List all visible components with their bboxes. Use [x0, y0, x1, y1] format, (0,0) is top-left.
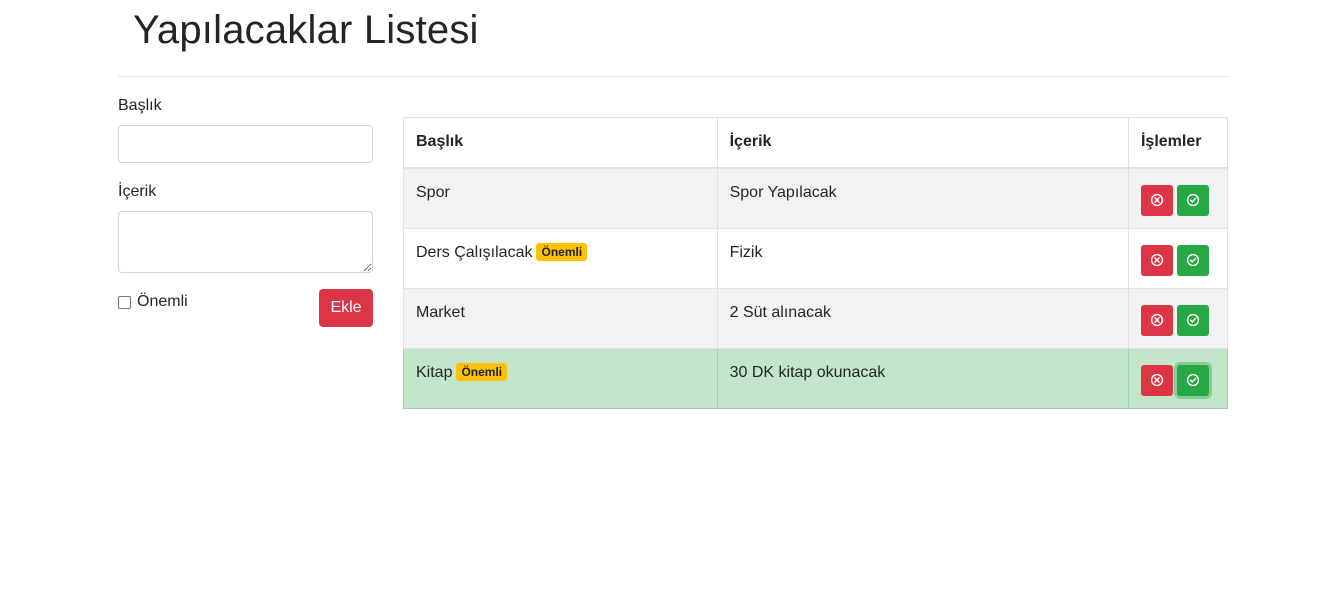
row-actions: [1127, 227, 1229, 289]
title-input[interactable]: [118, 125, 373, 163]
row-title-cell: Market: [403, 287, 718, 349]
row-content: Fizik: [716, 227, 1129, 289]
row-content: Spor Yapılacak: [716, 167, 1129, 229]
add-button[interactable]: Ekle: [319, 289, 373, 327]
delete-button[interactable]: [1140, 184, 1173, 216]
row-actions: [1127, 347, 1229, 409]
todo-form: Başlık İçerik Önemli Ekle: [118, 94, 373, 327]
row-title: Kitap: [416, 363, 453, 381]
complete-button[interactable]: [1176, 244, 1209, 276]
title-label: Başlık: [118, 97, 162, 114]
table-header-row: Başlık İçerik İşlemler: [403, 117, 1229, 169]
table-row-completed: Kitap Önemli 30 DK kitap okunacak: [403, 347, 1229, 409]
header-content: İçerik: [716, 117, 1129, 169]
row-content: 2 Süt alınacak: [716, 287, 1129, 349]
row-title: Spor: [416, 183, 450, 201]
row-title: Market: [416, 303, 465, 321]
row-title-cell: Kitap Önemli: [403, 347, 718, 409]
x-circle-icon: [1150, 373, 1164, 387]
row-actions: [1127, 167, 1229, 229]
important-label: Önemli: [137, 293, 188, 310]
delete-button[interactable]: [1140, 304, 1173, 336]
check-circle-icon: [1186, 373, 1200, 387]
page-title: Yapılacaklar Listesi: [133, 8, 479, 52]
x-circle-icon: [1150, 313, 1164, 327]
row-content: 30 DK kitap okunacak: [716, 347, 1129, 409]
table-row: Market 2 Süt alınacak: [403, 287, 1229, 349]
content-textarea[interactable]: [118, 211, 373, 273]
row-title-cell: Spor: [403, 167, 718, 229]
important-badge: Önemli: [536, 242, 588, 261]
check-circle-icon: [1186, 313, 1200, 327]
form-bottom: Önemli Ekle: [118, 289, 373, 327]
delete-button[interactable]: [1140, 364, 1173, 396]
row-title: Ders Çalışılacak: [416, 243, 533, 261]
table-row: Spor Spor Yapılacak: [403, 167, 1229, 229]
important-badge: Önemli: [456, 362, 508, 381]
x-circle-icon: [1150, 193, 1164, 207]
complete-button[interactable]: [1176, 304, 1209, 336]
important-checkbox-group[interactable]: Önemli: [118, 292, 188, 312]
row-actions: [1127, 287, 1229, 349]
important-checkbox[interactable]: [118, 295, 131, 309]
content-label: İçerik: [118, 183, 157, 200]
header-title: Başlık: [403, 117, 718, 169]
delete-button[interactable]: [1140, 244, 1173, 276]
check-circle-icon: [1186, 253, 1200, 267]
check-circle-icon: [1186, 193, 1200, 207]
x-circle-icon: [1150, 253, 1164, 267]
complete-button[interactable]: [1176, 364, 1209, 396]
todo-table: Başlık İçerik İşlemler Spor Spor Yapılac…: [403, 117, 1229, 409]
header-divider: [118, 76, 1228, 77]
complete-button[interactable]: [1176, 184, 1209, 216]
table-row: Ders Çalışılacak Önemli Fizik: [403, 227, 1229, 289]
header-actions: İşlemler: [1127, 117, 1229, 169]
row-title-cell: Ders Çalışılacak Önemli: [403, 227, 718, 289]
